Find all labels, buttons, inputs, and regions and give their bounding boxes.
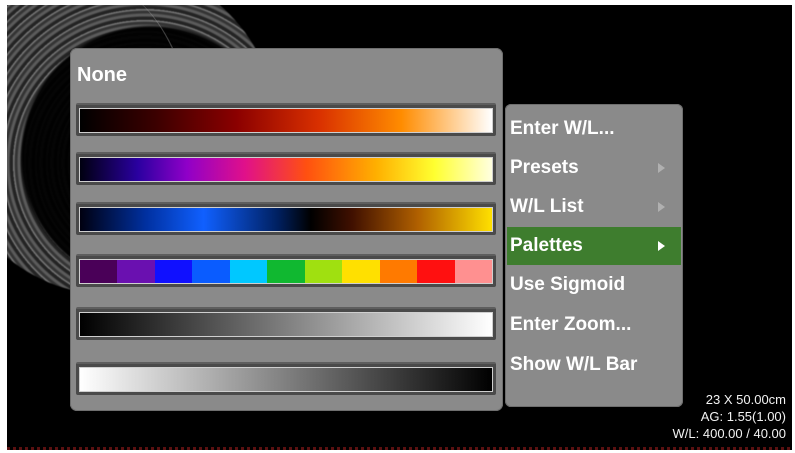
submenu-arrow-icon [658,202,665,212]
menu-item-label: Palettes [510,235,583,256]
bottom-strip [7,447,792,450]
magnification-text: AG: 1.55(1.00) [700,409,786,424]
hot-iron-palette-icon [79,108,493,133]
menu-item-wl-list[interactable]: W/L List [507,188,681,226]
spectrum-swatch [117,260,155,283]
spectrum-swatch [267,260,305,283]
menu-item-label: Show W/L Bar [510,354,638,375]
spectrum-swatch [304,260,343,283]
grayscale-palette-icon [79,312,493,337]
menu-item-enter-zoom[interactable]: Enter Zoom... [507,306,681,344]
menu-item-presets[interactable]: Presets [507,149,681,187]
spectrum-swatch [379,260,418,283]
spectrum-swatch [417,260,455,283]
context-menu: Enter W/L... Presets W/L List Palettes U… [505,104,683,407]
menu-item-show-wl-bar[interactable]: Show W/L Bar [507,346,681,384]
cold-hot-palette-icon [79,207,493,232]
menu-item-label: Enter W/L... [510,118,615,139]
menu-item-enter-wl[interactable]: Enter W/L... [507,110,681,148]
image-info-overlay: 23 X 50.00cm AG: 1.55(1.00) W/L: 400.00 … [673,391,786,442]
inverse-grayscale-palette-icon [79,367,493,392]
spectrum-swatch [454,260,492,283]
spectrum-palette-icon [79,259,493,284]
menu-item-palettes[interactable]: Palettes [507,227,681,265]
submenu-arrow-icon [658,163,665,173]
spectrum-swatch [192,260,230,283]
window-level-text: W/L: 400.00 / 40.00 [672,426,786,441]
spectrum-swatch [80,260,118,283]
menu-item-label: Use Sigmoid [510,274,626,295]
palette-cold-hot[interactable] [76,202,496,235]
menu-item-label: Presets [510,157,579,178]
palette-spectrum[interactable] [76,254,496,287]
rainbow-palette-icon [79,157,493,182]
menu-item-use-sigmoid[interactable]: Use Sigmoid [507,266,681,304]
palette-inverse-grayscale[interactable] [76,362,496,395]
palette-rainbow[interactable] [76,152,496,185]
menu-item-label: Enter Zoom... [510,314,632,335]
dimensions-text: 23 X 50.00cm [705,392,786,407]
spectrum-swatch [154,260,193,283]
palette-hot-iron[interactable] [76,103,496,136]
spectrum-swatch [229,260,268,283]
menu-item-label: W/L List [510,196,584,217]
palette-grayscale[interactable] [76,307,496,340]
spectrum-swatch [342,260,380,283]
submenu-arrow-icon [658,241,665,251]
palette-none-option[interactable]: None [77,64,127,87]
palette-submenu: None [70,48,503,411]
